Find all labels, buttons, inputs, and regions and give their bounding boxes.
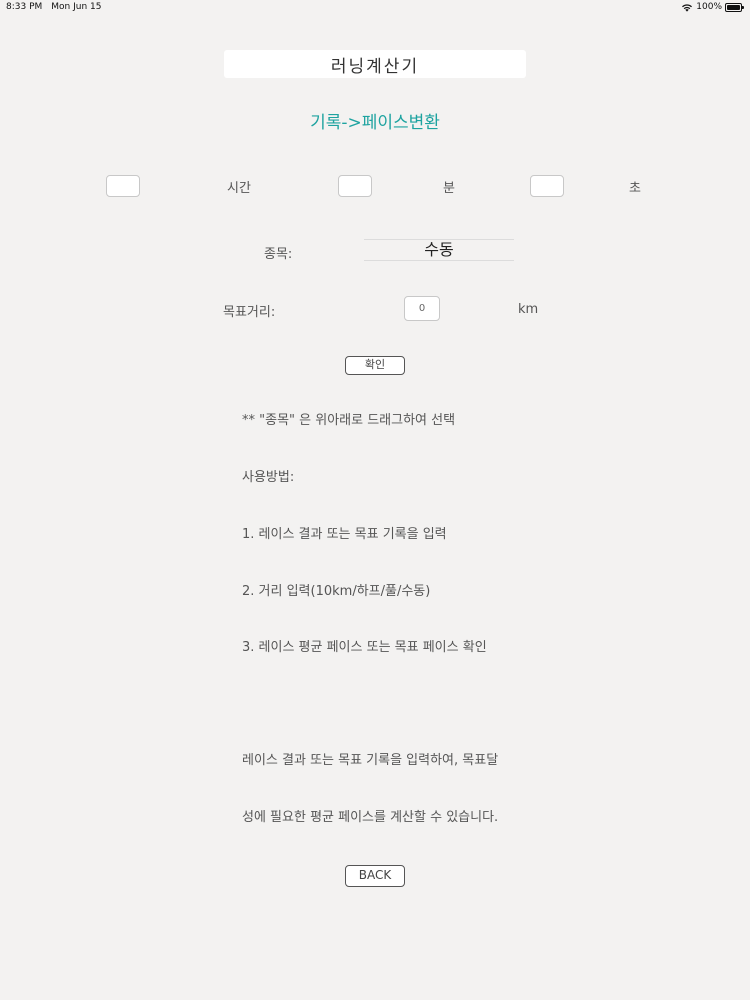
confirm-button[interactable]: 확인: [345, 356, 405, 375]
hours-input[interactable]: [106, 175, 140, 197]
status-right: 100%: [681, 2, 744, 12]
distance-label: 목표거리:: [223, 305, 276, 320]
distance-unit: km: [518, 302, 539, 317]
status-bar: 8:33 PM Mon Jun 15 100%: [0, 0, 750, 16]
minutes-label: 분: [443, 181, 455, 196]
status-time: 8:33 PM: [6, 2, 43, 12]
status-left: 8:33 PM Mon Jun 15: [6, 2, 101, 12]
usage-step-1: 1. 레이스 결과 또는 목표 기록을 입력: [242, 527, 447, 542]
seconds-input[interactable]: [530, 175, 564, 197]
usage-step-3: 3. 레이스 평균 페이스 또는 목표 페이스 확인: [242, 640, 487, 655]
mode-subtitle: 기록->페이스변환: [310, 113, 440, 133]
status-date: Mon Jun 15: [51, 2, 102, 12]
description-line-1: 레이스 결과 또는 목표 기록을 입력하여, 목표달: [242, 753, 499, 768]
usage-step-2: 2. 거리 입력(10km/하프/풀/수동): [242, 584, 431, 599]
battery-percent: 100%: [696, 2, 722, 12]
distance-input[interactable]: 0: [404, 296, 440, 321]
back-button[interactable]: BACK: [345, 865, 405, 887]
event-picker[interactable]: 수동: [364, 239, 514, 261]
wifi-icon: [682, 3, 693, 12]
minutes-input[interactable]: [338, 175, 372, 197]
usage-heading: 사용방법:: [242, 470, 295, 485]
seconds-label: 초: [629, 181, 641, 196]
page-title: 러닝계산기: [224, 50, 526, 78]
description-line-2: 성에 필요한 평균 페이스를 계산할 수 있습니다.: [242, 810, 499, 825]
battery-icon: [725, 2, 744, 12]
hours-label: 시간: [227, 181, 251, 196]
instruction-note: ** "종목" 은 위아래로 드래그하여 선택: [242, 413, 456, 428]
event-label: 종목:: [264, 247, 293, 262]
